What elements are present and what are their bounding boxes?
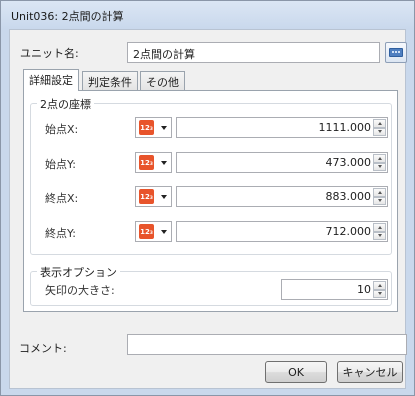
spin-down-icon[interactable]	[373, 231, 386, 240]
start-y-value: 473.000	[325, 156, 372, 169]
arrow-size-label: 矢印の大きさ:	[45, 284, 115, 297]
tab-detail-settings[interactable]: 詳細設定	[23, 69, 79, 91]
spin-down-icon[interactable]	[373, 289, 386, 298]
start-y-label: 始点Y:	[45, 158, 76, 171]
end-x-type-dropdown[interactable]: 12₃	[135, 186, 172, 207]
spin-up-icon[interactable]	[373, 119, 386, 128]
numeric-type-icon: 12₃	[139, 155, 154, 170]
numeric-type-icon: 12₃	[139, 120, 154, 135]
arrow-size-value: 10	[357, 283, 371, 296]
end-y-value: 712.000	[325, 225, 372, 238]
display-options-title: 表示オプション	[37, 264, 120, 280]
display-options-group: 表示オプション 矢印の大きさ: 10	[30, 264, 392, 306]
start-x-value: 1111.000	[318, 121, 372, 134]
arrow-size-spinner[interactable]	[373, 281, 386, 298]
window-title: Unit036: 2点間の計算	[11, 10, 124, 23]
start-y-field[interactable]: 473.000	[176, 152, 388, 173]
arrow-size-field[interactable]: 10	[281, 279, 388, 300]
start-y-spinner[interactable]	[373, 154, 386, 171]
keyboard-button[interactable]	[385, 42, 407, 63]
keyboard-icon	[389, 48, 403, 57]
dialog-window: Unit036: 2点間の計算 ユニット名: 2点間の計算 詳細設定 判定条件 …	[0, 0, 415, 396]
unit-name-input[interactable]: 2点間の計算	[127, 42, 380, 63]
end-y-field[interactable]: 712.000	[176, 221, 388, 242]
end-x-spinner[interactable]	[373, 188, 386, 205]
spin-up-icon[interactable]	[373, 223, 386, 232]
coords-group: 2点の座標 始点X: 12₃ 1111.000 始点Y: 12₃ 473.000	[30, 96, 392, 255]
end-y-type-dropdown[interactable]: 12₃	[135, 221, 172, 242]
tab-other[interactable]: その他	[140, 71, 185, 90]
spin-up-icon[interactable]	[373, 281, 386, 290]
start-x-label: 始点X:	[45, 123, 79, 136]
end-x-value: 883.000	[325, 190, 372, 203]
tab-judgment-conditions[interactable]: 判定条件	[82, 71, 138, 90]
chevron-down-icon	[161, 229, 167, 234]
start-x-field[interactable]: 1111.000	[176, 117, 388, 138]
spin-down-icon[interactable]	[373, 127, 386, 136]
start-x-type-dropdown[interactable]: 12₃	[135, 117, 172, 138]
chevron-down-icon	[161, 125, 167, 130]
numeric-type-icon: 12₃	[139, 189, 154, 204]
unit-name-label: ユニット名:	[20, 47, 79, 60]
chevron-down-icon	[161, 194, 167, 199]
end-x-field[interactable]: 883.000	[176, 186, 388, 207]
coords-group-title: 2点の座標	[37, 96, 94, 112]
comment-input[interactable]	[127, 334, 407, 355]
tab-panel-detail: 2点の座標 始点X: 12₃ 1111.000 始点Y: 12₃ 473.000	[23, 90, 398, 312]
end-y-label: 終点Y:	[45, 227, 76, 240]
spin-down-icon[interactable]	[373, 162, 386, 171]
spin-up-icon[interactable]	[373, 188, 386, 197]
end-x-label: 終点X:	[45, 192, 79, 205]
start-x-spinner[interactable]	[373, 119, 386, 136]
chevron-down-icon	[161, 160, 167, 165]
comment-label: コメント:	[19, 342, 67, 355]
cancel-button[interactable]: キャンセル	[337, 361, 403, 383]
numeric-type-icon: 12₃	[139, 224, 154, 239]
spin-down-icon[interactable]	[373, 196, 386, 205]
end-y-spinner[interactable]	[373, 223, 386, 240]
ok-button[interactable]: OK	[265, 361, 327, 383]
start-y-type-dropdown[interactable]: 12₃	[135, 152, 172, 173]
spin-up-icon[interactable]	[373, 154, 386, 163]
